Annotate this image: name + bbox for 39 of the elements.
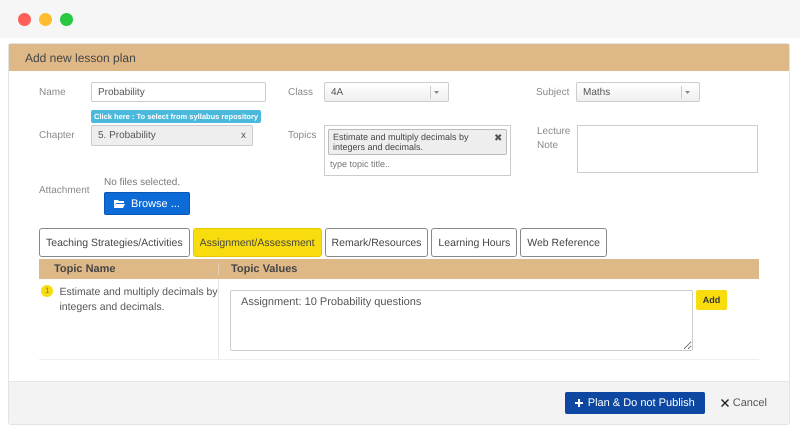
field-label: Class — [288, 86, 314, 98]
add-button[interactable]: Add — [696, 290, 727, 310]
chapter-select[interactable]: 5. Probability x — [91, 125, 253, 146]
tab[interactable]: Assignment/Assessment — [192, 228, 322, 257]
cancel-button[interactable]: Cancel — [714, 396, 773, 410]
tab[interactable]: Remark/Resources — [324, 228, 428, 257]
dropdown-caret-icon — [685, 90, 690, 94]
topic-value-field[interactable]: Assignment: 10 Probability questions — [230, 290, 693, 351]
maximize-window-button[interactable] — [60, 12, 73, 26]
column-header: Topic Name — [39, 263, 219, 275]
folder-icon — [114, 199, 125, 208]
minimize-window-button[interactable] — [39, 12, 52, 26]
close-window-button[interactable] — [18, 12, 31, 26]
field-label: Topics — [288, 130, 318, 141]
close-icon — [720, 399, 729, 407]
field-label: Subject — [536, 86, 570, 98]
lecture-note-field[interactable] — [577, 125, 758, 173]
browse-button[interactable]: Browse ... — [104, 192, 190, 215]
column-header: Topic Values — [230, 263, 298, 275]
plan-button[interactable]: Plan & Do not Publish — [564, 392, 705, 414]
tab[interactable]: Teaching Strategies/Activities — [39, 228, 190, 257]
field-label: Name — [39, 86, 67, 98]
file-status: No files selected. — [104, 177, 182, 188]
topic-name: Estimate and multiply decimals by integers and decimals. — [59, 285, 218, 315]
tab[interactable]: Web Reference — [520, 228, 607, 257]
topics-field[interactable]: Estimate and multiply decimals by integers and decimals. ✖ type topic title.. — [324, 125, 511, 176]
tab[interactable]: Learning Hours — [431, 228, 518, 257]
subject-select[interactable]: Maths — [576, 82, 700, 102]
name-field[interactable]: Probability — [91, 82, 266, 102]
field-label: Chapter — [39, 130, 76, 141]
field-label: Lecture Note — [537, 125, 572, 153]
dropdown-caret-icon — [434, 90, 439, 94]
plus-icon — [574, 399, 583, 407]
field-label: Attachment — [39, 185, 91, 196]
index-badge: 1 — [41, 285, 54, 297]
remove-tag-button[interactable]: ✖ — [494, 132, 502, 144]
panel-title: Add new lesson plan — [25, 50, 136, 64]
class-select[interactable]: 4A — [324, 82, 449, 102]
topic-tag: Estimate and multiply decimals by integers and decimals. ✖ — [328, 129, 507, 155]
